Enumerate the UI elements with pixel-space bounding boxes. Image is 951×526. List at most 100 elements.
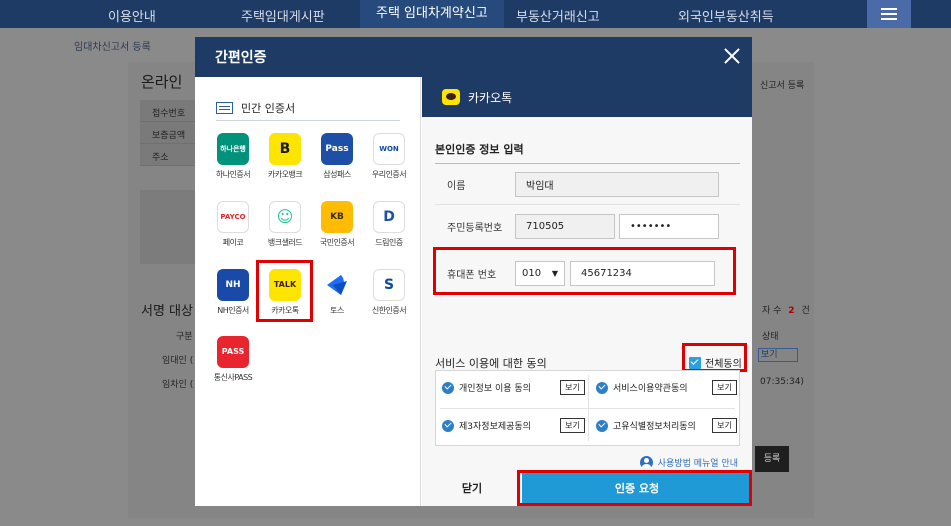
count-label: 자 수 2 건: [762, 303, 810, 316]
kakao-auth-panel: 카카오톡 본인인증 정보 입력 이름 박임대 주민등록번호 710505 •••…: [422, 77, 752, 506]
provider-label: 통신사PASS: [213, 373, 253, 382]
agree-label: 개인정보 이용 동의: [459, 384, 531, 394]
pass-logo-icon: PASS: [217, 336, 249, 368]
dream-shield-icon: D: [373, 201, 405, 233]
provider-dream[interactable]: D 드림인증: [361, 201, 417, 261]
nav-item-rental-board[interactable]: 주택임대게시판: [241, 6, 325, 25]
close-icon[interactable]: [722, 46, 742, 66]
provider-woori[interactable]: WON 우리인증서: [361, 133, 417, 193]
manual-link[interactable]: 사용방법 메뉴얼 안내: [639, 456, 738, 469]
provider-label: 우리인증서: [371, 170, 407, 179]
count-label-text: 자 수: [762, 306, 782, 316]
divider: [435, 204, 740, 205]
certificate-icon: [216, 101, 233, 114]
simple-auth-modal: 간편인증 민간 인증서 하나은행 하나인증서 B 카카오뱅크 Pass 삼성패스…: [195, 37, 752, 506]
status-header: 상태: [762, 332, 779, 342]
check-circle-icon: [596, 419, 608, 432]
agree-title: 서비스 이용에 대한 동의: [435, 357, 547, 370]
nav-item-guide[interactable]: 이용안내: [108, 6, 156, 25]
name-field[interactable]: 박임대: [515, 171, 719, 197]
provider-samsungpass[interactable]: Pass 삼성패스: [309, 133, 365, 193]
check-circle-icon: [442, 419, 454, 432]
modal-header: 간편인증: [195, 37, 752, 77]
provider-label: 뱅크샐러드: [267, 238, 303, 247]
provider-toss[interactable]: 토스: [309, 269, 365, 329]
nav-item-rental-report[interactable]: 주택 임대차계약신고: [360, 0, 504, 28]
provider-panel: 민간 인증서 하나은행 하나인증서 B 카카오뱅크 Pass 삼성패스 WON …: [195, 77, 421, 506]
register-label: 신고서 등록: [760, 81, 805, 91]
user-icon: [639, 456, 653, 469]
provider-shinhan[interactable]: S 신한인증서: [361, 269, 417, 329]
register-button-bg[interactable]: 등록: [755, 446, 789, 472]
check-circle-icon: [596, 381, 608, 394]
kakaobank-logo-icon: B: [269, 133, 301, 165]
manual-link-label: 사용방법 메뉴얼 안내: [657, 459, 738, 469]
provider-nh[interactable]: NH NH인증서: [205, 269, 261, 329]
row-label: 접수번호: [152, 109, 186, 119]
provider-banksalad[interactable]: ☺ 뱅크샐러드: [257, 201, 313, 261]
nav-item-foreign-acquisition[interactable]: 외국인부동산취득: [678, 6, 774, 25]
agree-label: 제3자정보제공동의: [459, 422, 531, 432]
view-button[interactable]: 보기: [560, 380, 585, 395]
private-cert-heading: 민간 인증서: [216, 95, 400, 121]
highlight-kakaotalk: [256, 260, 313, 322]
row-label: 보증금액: [152, 131, 186, 141]
provider-hana[interactable]: 하나은행 하나인증서: [205, 133, 261, 193]
table-row: 주소: [140, 144, 196, 166]
role-tenant: 임차인 (: [162, 380, 194, 390]
view-button[interactable]: 보기: [712, 418, 737, 433]
woori-logo-icon: WON: [373, 133, 405, 165]
table-row: 접수번호: [140, 100, 196, 122]
online-title: 온라인: [141, 73, 183, 91]
provider-kb[interactable]: KB 국민인증서: [309, 201, 365, 261]
form-title: 본인인증 정보 입력: [435, 143, 524, 156]
shinhan-logo-icon: S: [373, 269, 405, 301]
highlight-phone: [433, 247, 736, 295]
hana-logo-icon: 하나은행: [217, 133, 249, 165]
samsungpass-logo-icon: Pass: [321, 133, 353, 165]
breadcrumb: 임대차신고서 등록: [74, 42, 151, 53]
kb-logo-icon: KB: [321, 201, 353, 233]
top-navigation: 이용안내 주택임대게시판 주택 임대차계약신고 부동산거래신고 외국인부동산취득: [0, 0, 951, 28]
highlight-request: [517, 470, 752, 506]
toss-logo-icon: [321, 269, 353, 301]
agree-label: 고유식별정보처리동의: [613, 422, 696, 432]
sign-target-title: 서명 대상: [141, 304, 193, 319]
view-button[interactable]: 보기: [560, 418, 585, 433]
provider-label: NH인증서: [217, 306, 249, 315]
provider-label: 국민인증서: [319, 238, 355, 247]
provider-kakaobank[interactable]: B 카카오뱅크: [257, 133, 313, 193]
provider-label: 삼성패스: [323, 170, 351, 179]
timestamp: 07:35:34): [760, 377, 804, 387]
check-circle-icon: [442, 381, 454, 394]
kakao-header: 카카오톡: [422, 77, 752, 117]
name-row: 이름 박임대: [435, 164, 740, 204]
name-label: 이름: [447, 180, 466, 192]
nav-item-real-estate-report[interactable]: 부동산거래신고: [516, 6, 600, 25]
agree-unique-id[interactable]: 고유식별정보처리동의: [596, 419, 696, 432]
payco-logo-icon: PAYCO: [217, 201, 249, 233]
agree-personal-info[interactable]: 개인정보 이용 동의: [442, 381, 531, 394]
role-landlord: 임대인 (: [162, 356, 194, 366]
rrn-row: 주민등록번호 710505 •••••••: [435, 206, 740, 246]
kakao-title: 카카오톡: [468, 90, 513, 105]
agree-terms[interactable]: 서비스이용약관동의: [596, 381, 688, 394]
count-unit: 건: [801, 306, 810, 316]
agreement-list: 개인정보 이용 동의 보기 서비스이용약관동의 보기 제3자정보제공동의 보기 …: [435, 370, 740, 446]
view-button[interactable]: 보기: [712, 380, 737, 395]
agree-label: 서비스이용약관동의: [613, 384, 688, 394]
provider-label: 하나인증서: [215, 170, 251, 179]
table-row: 보증금액: [140, 122, 196, 144]
provider-pass[interactable]: PASS 통신사PASS: [205, 336, 261, 396]
banksalad-logo-icon: ☺: [269, 201, 301, 233]
gubun-header: 구분: [176, 332, 193, 342]
provider-label: 드림인증: [375, 238, 403, 247]
provider-payco[interactable]: PAYCO 페이코: [205, 201, 261, 261]
count-value: 2: [788, 306, 795, 316]
close-button[interactable]: 닫기: [422, 470, 522, 506]
hamburger-menu-icon[interactable]: [867, 0, 911, 28]
agree-third-party[interactable]: 제3자정보제공동의: [442, 419, 531, 432]
rrn-front-field[interactable]: 710505: [515, 213, 615, 239]
rrn-back-field[interactable]: •••••••: [619, 213, 719, 239]
view-button-bg[interactable]: 보기: [758, 348, 798, 362]
